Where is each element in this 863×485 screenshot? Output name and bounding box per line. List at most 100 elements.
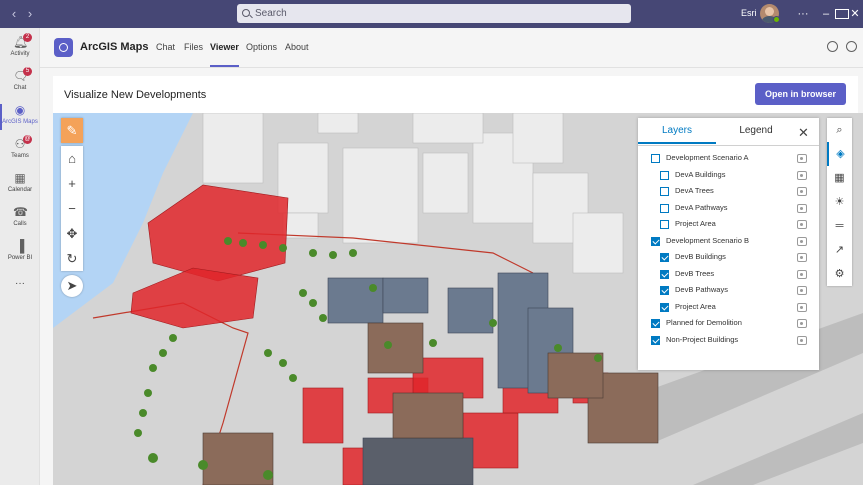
zoom-out-icon[interactable]: − xyxy=(61,196,83,221)
layer-options-icon[interactable] xyxy=(797,269,807,279)
more-apps-icon: ··· xyxy=(15,278,25,289)
tab-files[interactable]: Files xyxy=(184,42,203,67)
compass-button[interactable]: ➤ xyxy=(61,275,83,297)
phone-icon: ☎ xyxy=(13,205,28,219)
daylight-icon[interactable]: ☀ xyxy=(827,190,852,214)
layer-row[interactable]: Non-Project Buildings xyxy=(638,333,819,349)
user-name: Esri xyxy=(741,8,757,18)
layer-label: DevA Pathways xyxy=(675,202,728,212)
tab-viewer[interactable]: Viewer xyxy=(210,42,239,67)
powerbi-icon: ▐ xyxy=(15,239,25,253)
settings-icon[interactable]: ⚙ xyxy=(827,262,852,286)
tab-layers[interactable]: Layers xyxy=(638,118,716,144)
rail-item-teams[interactable]: ⚇ @ Teams xyxy=(0,134,40,168)
popout-icon[interactable] xyxy=(827,41,838,52)
layer-label: Non-Project Buildings xyxy=(666,334,739,344)
layer-checkbox[interactable] xyxy=(651,335,660,345)
layer-checkbox[interactable] xyxy=(660,170,669,180)
rail-item-activity[interactable]: 🔔︎ 2 Activity xyxy=(0,32,40,66)
app-header: ArcGIS Maps Chat Files Viewer Options Ab… xyxy=(40,28,863,68)
search-input[interactable]: Search xyxy=(237,4,631,23)
close-button[interactable]: ✕ xyxy=(847,6,863,22)
layer-list-panel: Layers Legend ✕ Development Scenario A De… xyxy=(638,118,819,370)
close-panel-button[interactable]: ✕ xyxy=(798,125,809,141)
layer-label: DevB Buildings xyxy=(675,252,726,261)
layer-options-icon[interactable] xyxy=(797,154,807,163)
rail-label: Power BI xyxy=(7,255,33,261)
layer-row[interactable]: DevB Pathways xyxy=(638,283,819,299)
tab-about[interactable]: About xyxy=(285,42,309,67)
layer-checkbox[interactable] xyxy=(651,154,660,163)
layer-checkbox[interactable] xyxy=(660,253,669,262)
rail-label: Chat xyxy=(13,85,27,91)
layer-row[interactable]: Project Area xyxy=(638,217,819,233)
layers-icon[interactable]: ◈ xyxy=(827,142,852,166)
layer-row[interactable]: DevB Trees xyxy=(638,267,819,283)
rail-item-calls[interactable]: ☎ Calls xyxy=(0,202,40,236)
layer-options-icon[interactable] xyxy=(797,203,807,213)
share-icon[interactable]: ↗ xyxy=(827,238,852,262)
layer-options-icon[interactable] xyxy=(797,236,807,246)
layer-checkbox[interactable] xyxy=(651,319,660,328)
compass-icon: ➤ xyxy=(66,278,78,293)
search-icon xyxy=(242,9,250,17)
rail-label: Calls xyxy=(13,221,27,227)
map-view[interactable]: ✎ ⌂ + − ✥ ↻ ➤ Layers Legend ✕ Developmen… xyxy=(53,113,863,485)
open-in-browser-button[interactable]: Open in browser xyxy=(755,83,846,105)
layer-checkbox[interactable] xyxy=(660,269,669,279)
rail-label: Calendar xyxy=(7,187,33,193)
layer-row[interactable]: DevA Pathways xyxy=(638,201,819,217)
tab-legend[interactable]: Legend xyxy=(716,118,796,144)
layer-options-icon[interactable] xyxy=(797,253,807,262)
calendar-icon: ▦ xyxy=(14,171,26,185)
home-icon[interactable]: ⌂ xyxy=(61,146,83,171)
layer-checkbox[interactable] xyxy=(651,236,660,246)
layer-checkbox[interactable] xyxy=(660,220,669,229)
navigation-toolbar: ⌂ + − ✥ ↻ xyxy=(61,146,83,271)
layer-row[interactable]: DevA Trees xyxy=(638,184,819,200)
refresh-icon[interactable] xyxy=(846,41,857,52)
measure-icon[interactable]: ═ xyxy=(827,214,852,238)
layer-checkbox[interactable] xyxy=(660,286,669,295)
layer-checkbox[interactable] xyxy=(660,187,669,196)
layer-label: DevB Trees xyxy=(675,268,715,278)
rail-item-arcgis-maps[interactable]: ◉ ArcGIS Maps xyxy=(0,100,40,134)
pencil-icon[interactable]: ✎ xyxy=(61,118,83,143)
rail-label: Teams xyxy=(11,153,29,159)
layer-row[interactable]: Planned for Demolition xyxy=(638,316,819,332)
arcgis-logo-icon xyxy=(54,38,73,57)
teams-badge: @ xyxy=(23,135,32,144)
layer-checkbox[interactable] xyxy=(660,203,669,213)
layer-options-icon[interactable] xyxy=(797,335,807,345)
basemap-icon[interactable]: ▦ xyxy=(827,166,852,190)
pan-icon[interactable]: ✥ xyxy=(61,221,83,246)
tab-chat[interactable]: Chat xyxy=(156,42,175,67)
layer-options-icon[interactable] xyxy=(797,286,807,295)
layer-row[interactable]: DevB Buildings xyxy=(638,250,819,266)
layer-row[interactable]: Project Area xyxy=(638,300,819,316)
rail-item-calendar[interactable]: ▦ Calendar xyxy=(0,168,40,202)
rail-item-chat[interactable]: 🗨︎ 5 Chat xyxy=(0,66,40,100)
rail-more-apps[interactable]: ··· xyxy=(0,278,40,294)
layer-checkbox[interactable] xyxy=(660,302,669,312)
layer-options-icon[interactable] xyxy=(797,319,807,328)
layer-row[interactable]: Development Scenario B xyxy=(638,234,819,250)
layer-options-icon[interactable] xyxy=(797,170,807,180)
app-name: ArcGIS Maps xyxy=(80,41,149,53)
layer-row[interactable]: Development Scenario A xyxy=(638,151,819,167)
layer-options-icon[interactable] xyxy=(797,187,807,196)
layer-label: DevA Trees xyxy=(675,186,714,195)
minimize-button[interactable]: – xyxy=(818,6,834,22)
more-options-button[interactable]: ··· xyxy=(795,6,811,22)
rotate-icon[interactable]: ↻ xyxy=(61,246,83,271)
tab-options[interactable]: Options xyxy=(246,42,277,67)
arcgis-icon: ◉ xyxy=(14,103,26,117)
layer-row[interactable]: DevA Buildings xyxy=(638,168,819,184)
back-icon[interactable]: ‹ xyxy=(8,7,20,21)
layer-options-icon[interactable] xyxy=(797,220,807,229)
rail-item-power-bi[interactable]: ▐ Power BI xyxy=(0,236,40,270)
forward-icon[interactable]: › xyxy=(24,7,36,21)
zoom-in-icon[interactable]: + xyxy=(61,171,83,196)
layer-options-icon[interactable] xyxy=(797,302,807,312)
search-icon[interactable]: ⌕ xyxy=(827,118,852,142)
